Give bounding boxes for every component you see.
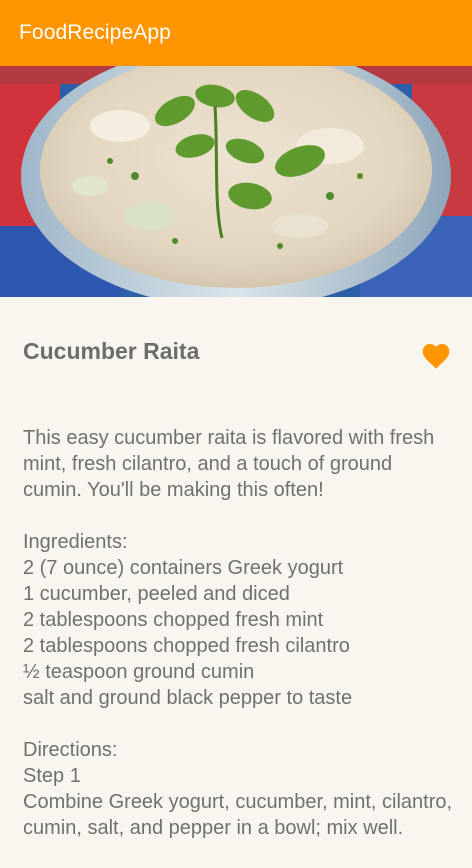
- favorite-heart-icon[interactable]: [420, 340, 452, 372]
- app-bar: FoodRecipeApp: [0, 0, 472, 66]
- recipe-title: Cucumber Raita: [23, 338, 200, 364]
- recipe-description: This easy cucumber raita is flavored wit…: [23, 427, 453, 839]
- recipe-image: [0, 66, 472, 297]
- recipe-content: Cucumber Raita This easy cucumber raita …: [0, 336, 472, 841]
- app-title: FoodRecipeApp: [19, 21, 171, 44]
- title-row: Cucumber Raita: [23, 336, 452, 416]
